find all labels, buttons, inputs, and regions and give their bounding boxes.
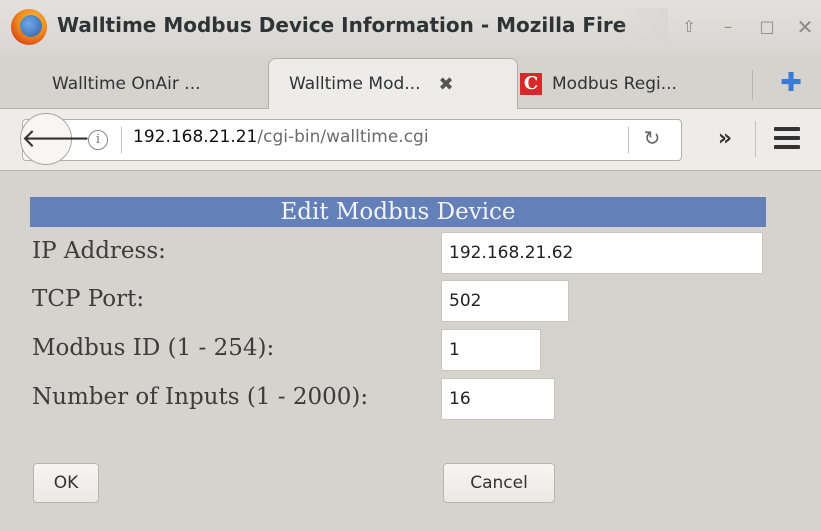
tab-walltime-onair[interactable]: Walltime OnAir ...	[0, 58, 280, 109]
back-button[interactable]: 🡐	[20, 113, 91, 165]
number-of-inputs-label: Number of Inputs (1 - 2000):	[32, 384, 369, 410]
url-text[interactable]: 192.168.21.21/cgi-bin/walltime.cgi	[133, 127, 429, 147]
tab-close-icon[interactable]: ✖	[438, 74, 453, 95]
url-host: 192.168.21.21	[133, 127, 258, 147]
tcp-port-label: TCP Port:	[32, 286, 145, 312]
navigation-bar: 🡐 i 192.168.21.21/cgi-bin/walltime.cgi ↻…	[0, 109, 821, 171]
overflow-chevron-icon[interactable]: »	[710, 124, 740, 154]
ip-address-label: IP Address:	[32, 238, 166, 264]
favicon-c-icon: C	[520, 72, 542, 95]
cancel-button[interactable]: Cancel	[443, 463, 555, 503]
reload-icon[interactable]: ↻	[640, 126, 664, 150]
window-close-button[interactable]: ✕	[792, 14, 818, 40]
ip-address-field[interactable]	[441, 232, 763, 274]
window-maximize-button[interactable]: □	[754, 14, 780, 40]
tcp-port-field[interactable]	[441, 280, 569, 322]
window-minimize-button[interactable]: –	[715, 14, 741, 40]
number-of-inputs-field[interactable]	[441, 378, 555, 420]
hamburger-menu-icon[interactable]	[774, 127, 800, 149]
ok-button[interactable]: OK	[33, 463, 99, 503]
window-title: Walltime Modbus Device Information - Moz…	[57, 13, 627, 37]
url-path: /cgi-bin/walltime.cgi	[257, 127, 429, 147]
tab-strip: Walltime OnAir ... Walltime Mod... ✖ C M…	[0, 54, 821, 109]
window-up-icon[interactable]: ⇧	[676, 14, 702, 40]
tab-walltime-modbus[interactable]: Walltime Mod... ✖	[268, 58, 518, 109]
page-content: Edit Modbus Device IP Address: TCP Port:…	[0, 172, 821, 531]
tab-modbus-registers[interactable]: C Modbus Regi...	[520, 58, 745, 109]
browser-window: Walltime Modbus Device Information - Moz…	[0, 0, 821, 531]
title-bar: Walltime Modbus Device Information - Moz…	[0, 0, 821, 54]
tab-label: Walltime OnAir ...	[52, 73, 201, 94]
new-tab-icon[interactable]: ✚	[776, 68, 806, 98]
site-info-icon[interactable]: i	[88, 130, 108, 150]
tab-divider	[752, 70, 753, 100]
modbus-id-label: Modbus ID (1 - 254):	[32, 335, 275, 361]
tab-label: Modbus Regi...	[552, 73, 677, 94]
modbus-id-field[interactable]	[441, 329, 541, 371]
tab-label: Walltime Mod...	[289, 74, 421, 94]
form-header: Edit Modbus Device	[30, 197, 766, 227]
firefox-logo-icon	[11, 9, 47, 45]
